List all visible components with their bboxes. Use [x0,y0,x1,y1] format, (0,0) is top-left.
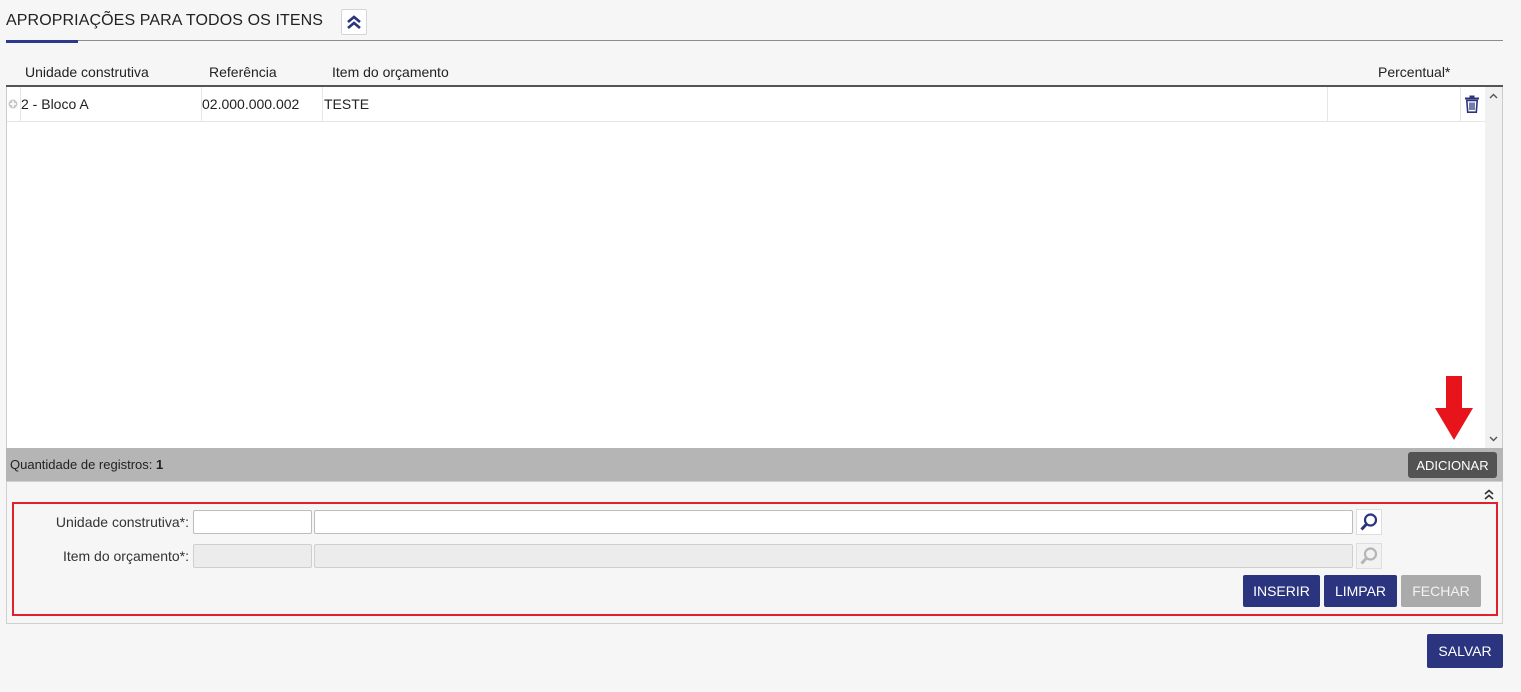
add-button[interactable]: ADICIONAR [1408,452,1497,478]
record-count-value: 1 [156,457,164,472]
search-icon [1360,513,1378,531]
chevron-double-up-icon[interactable] [1483,488,1495,500]
collapse-section-button[interactable] [341,9,367,35]
record-count-label: Quantidade de registros: 1 [10,457,164,472]
col-header-item[interactable]: Item do orçamento [332,64,449,80]
arrow-down-icon [1435,376,1473,440]
unidade-code-input[interactable] [193,510,312,534]
table-row[interactable]: 2 - Bloco A 02.000.000.002 TESTE [7,87,1487,122]
cell-item: TESTE [324,96,370,112]
insert-button[interactable]: INSERIR [1243,575,1320,607]
item-code-input[interactable] [193,544,312,568]
item-label: Item do orçamento*: [62,548,189,564]
grid-header: Unidade construtiva Referência Item do o… [6,56,1503,87]
grid-scrollbar[interactable] [1485,87,1502,448]
title-divider [6,40,1503,41]
unidade-description-input[interactable] [314,510,1353,534]
trash-icon[interactable] [1464,95,1480,113]
col-header-unidade[interactable]: Unidade construtiva [25,64,149,80]
section-title: APROPRIAÇÕES PARA TODOS OS ITENS [6,12,324,29]
clear-button[interactable]: LIMPAR [1324,575,1397,607]
save-button[interactable]: SALVAR [1427,634,1503,668]
grid-footer: Quantidade de registros: 1 [6,448,1503,481]
col-header-referencia[interactable]: Referência [209,64,277,80]
item-search-button[interactable] [1356,543,1382,569]
expand-plus-icon[interactable] [8,99,18,109]
col-header-percentual[interactable]: Percentual* [1378,64,1450,80]
unidade-search-button[interactable] [1356,509,1382,535]
unidade-label: Unidade construtiva*: [55,514,189,530]
close-button[interactable]: FECHAR [1401,575,1481,607]
chevron-double-up-icon [347,15,361,29]
title-underline [6,40,78,43]
search-icon [1360,547,1378,565]
cell-unidade: 2 - Bloco A [21,96,89,112]
grid-body: 2 - Bloco A 02.000.000.002 TESTE [6,87,1503,448]
item-description-input[interactable] [314,544,1353,568]
scroll-down-icon[interactable] [1488,433,1499,444]
scroll-up-icon[interactable] [1488,91,1499,102]
cell-referencia: 02.000.000.002 [202,96,300,112]
